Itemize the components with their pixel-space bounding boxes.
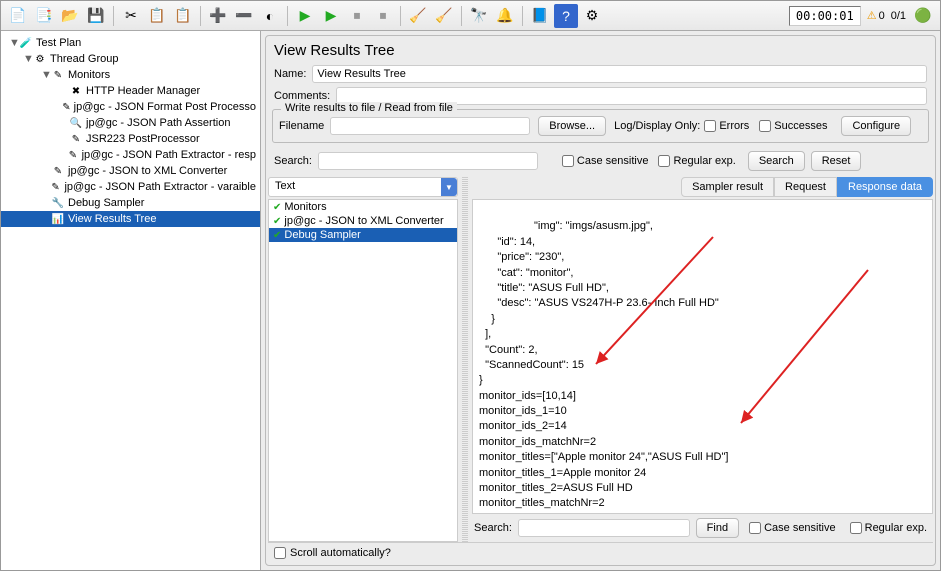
result-tabs: Sampler result Request Response data xyxy=(472,177,933,197)
result-item[interactable]: ✔Monitors xyxy=(269,200,457,214)
open-icon[interactable]: 📂 xyxy=(58,4,82,28)
tree-item[interactable]: ▼🧪Test Plan xyxy=(1,35,260,51)
case-sensitive-checkbox[interactable]: Case sensitive xyxy=(562,155,649,167)
errors-checkbox[interactable]: Errors xyxy=(704,120,749,132)
tree-item[interactable]: ✖HTTP Header Manager xyxy=(1,83,260,99)
help-icon[interactable]: ? xyxy=(554,4,578,28)
new-icon[interactable]: 📄 xyxy=(6,4,30,28)
tab-sampler-result[interactable]: Sampler result xyxy=(681,177,774,197)
search-input[interactable] xyxy=(318,152,538,170)
function-helper-icon[interactable]: 📘 xyxy=(528,4,552,28)
elapsed-timer: 00:00:01 xyxy=(789,6,861,26)
thread-counter: 0/1 xyxy=(891,10,906,22)
main-toolbar: 📄 📑 📂 💾 ✂ 📋 📋 ➕ ➖ ◐ ▶ ▶ ⏹ ⏹ 🧹 🧹 🔭 🔔 📘 ? … xyxy=(1,1,940,31)
scroll-auto-checkbox[interactable] xyxy=(274,547,286,559)
warning-icon: ⚠ xyxy=(867,9,877,22)
success-icon: ✔ xyxy=(273,216,281,227)
tree-item[interactable]: ✎jp@gc - JSON to XML Converter xyxy=(1,163,260,179)
regex-checkbox[interactable]: Regular exp. xyxy=(658,155,735,167)
name-label: Name: xyxy=(274,68,306,80)
split-handle[interactable] xyxy=(462,177,468,542)
find-button[interactable]: Find xyxy=(696,518,739,538)
tree-item[interactable]: ▼✎Monitors xyxy=(1,67,260,83)
reset-search-icon[interactable]: 🔔 xyxy=(493,4,517,28)
comments-label: Comments: xyxy=(274,90,330,102)
copy-icon[interactable]: 📋 xyxy=(145,4,169,28)
stop-icon[interactable]: ⏹ xyxy=(345,4,369,28)
tree-item[interactable]: ✎jp@gc - JSON Path Extractor - varaible xyxy=(1,179,260,195)
scroll-auto-label: Scroll automatically? xyxy=(290,547,391,559)
templates-icon[interactable]: 📑 xyxy=(32,4,56,28)
tree-item[interactable]: 🔍jp@gc - JSON Path Assertion xyxy=(1,115,260,131)
tree-item[interactable]: ✎jp@gc - JSON Format Post Processo xyxy=(1,99,260,115)
save-icon[interactable]: 💾 xyxy=(84,4,108,28)
bottom-regex-checkbox[interactable]: Regular exp. xyxy=(850,522,927,534)
log-display-label: Log/Display Only: xyxy=(614,120,700,132)
expand-icon[interactable]: ➕ xyxy=(206,4,230,28)
response-text-area[interactable]: "img": "imgs/asusm.jpg", "id": 14, "pric… xyxy=(472,199,933,514)
gear-icon[interactable]: ⚙ xyxy=(580,4,604,28)
tab-request[interactable]: Request xyxy=(774,177,837,197)
start-icon[interactable]: ▶ xyxy=(293,4,317,28)
result-item[interactable]: ✔jp@gc - JSON to XML Converter xyxy=(269,214,457,228)
search-button[interactable]: Search xyxy=(748,151,805,171)
success-icon: ✔ xyxy=(273,230,281,241)
test-plan-tree[interactable]: ▼🧪Test Plan▼⚙Thread Group▼✎Monitors✖HTTP… xyxy=(1,31,261,570)
tab-response-data[interactable]: Response data xyxy=(837,177,933,197)
shutdown-icon[interactable]: ⏹ xyxy=(371,4,395,28)
tree-item[interactable]: ✎jp@gc - JSON Path Extractor - resp xyxy=(1,147,260,163)
annotation-arrow-2 xyxy=(733,265,873,430)
results-panel: View Results Tree Name: Comments: Write … xyxy=(265,35,936,566)
reset-button[interactable]: Reset xyxy=(811,151,862,171)
result-item[interactable]: ✔Debug Sampler xyxy=(269,228,457,242)
filename-label: Filename xyxy=(279,120,324,132)
thread-status-icon[interactable]: 🟢 xyxy=(911,4,935,28)
file-fieldset: Write results to file / Read from file F… xyxy=(272,109,929,143)
renderer-dropdown[interactable]: Text ▼ xyxy=(268,177,458,197)
warning-counter[interactable]: ⚠ 0 xyxy=(867,9,885,22)
tree-item[interactable]: ✎JSR223 PostProcessor xyxy=(1,131,260,147)
response-text: "img": "imgs/asusm.jpg", "id": 14, "pric… xyxy=(479,220,728,509)
bottom-search-input[interactable] xyxy=(518,519,690,537)
configure-button[interactable]: Configure xyxy=(841,116,911,136)
bottom-case-checkbox[interactable]: Case sensitive xyxy=(749,522,836,534)
tree-item[interactable]: 📊View Results Tree xyxy=(1,211,260,227)
search-label: Search: xyxy=(274,155,312,167)
bottom-search-label: Search: xyxy=(474,522,512,534)
cut-icon[interactable]: ✂ xyxy=(119,4,143,28)
result-list[interactable]: ✔Monitors✔jp@gc - JSON to XML Converter✔… xyxy=(268,199,458,542)
toggle-icon[interactable]: ◐ xyxy=(258,4,282,28)
collapse-icon[interactable]: ➖ xyxy=(232,4,256,28)
start-no-timers-icon[interactable]: ▶ xyxy=(319,4,343,28)
chevron-updown-icon: ▼ xyxy=(441,178,457,196)
name-input[interactable] xyxy=(312,65,927,83)
panel-title: View Results Tree xyxy=(268,38,933,63)
file-legend: Write results to file / Read from file xyxy=(281,102,457,114)
search-icon[interactable]: 🔭 xyxy=(467,4,491,28)
clear-icon[interactable]: 🧹 xyxy=(406,4,430,28)
paste-icon[interactable]: 📋 xyxy=(171,4,195,28)
filename-input[interactable] xyxy=(330,117,530,135)
tree-item[interactable]: 🔧Debug Sampler xyxy=(1,195,260,211)
clear-all-icon[interactable]: 🧹 xyxy=(432,4,456,28)
successes-checkbox[interactable]: Successes xyxy=(759,120,827,132)
tree-item[interactable]: ▼⚙Thread Group xyxy=(1,51,260,67)
success-icon: ✔ xyxy=(273,202,281,213)
browse-button[interactable]: Browse... xyxy=(538,116,606,136)
